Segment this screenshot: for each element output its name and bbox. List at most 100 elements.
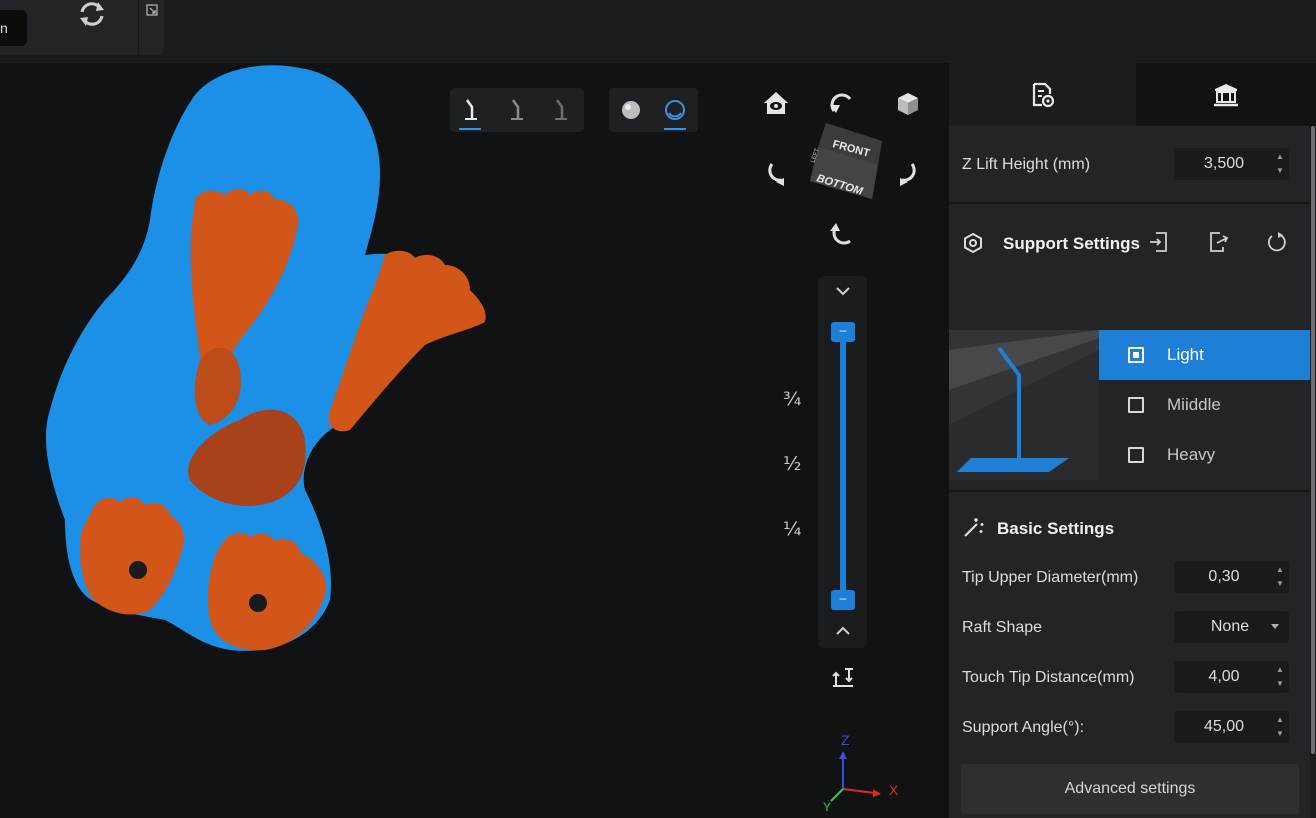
z-lift-input[interactable]: 3,500 ▲ ▼ [1174,148,1289,180]
support-tool-1-button[interactable] [450,88,490,132]
z-axis-arrow [839,751,847,759]
support-angle-value[interactable]: 45,00 [1174,711,1274,743]
model-render[interactable] [0,63,520,683]
rotate-left-icon[interactable] [760,156,792,188]
support-preset-light[interactable]: Light [1099,330,1310,380]
preset-label: Heavy [1167,445,1216,464]
x-axis-line [842,788,876,794]
top-text-field[interactable]: n [0,10,27,46]
render-mode-toolbar [609,88,698,132]
tip-upper-label: Tip Upper Diameter(mm) [962,569,1139,586]
xray-sphere-icon [665,100,685,120]
support-angle-input[interactable]: 45,00 ▲ ▼ [1174,711,1289,743]
support-preset-preview [949,330,1099,480]
support-tip-icon [511,99,523,120]
tip-upper-value[interactable]: 0,30 [1174,561,1274,593]
chevron-down-icon[interactable] [835,286,851,296]
chevron-down-icon[interactable] [1271,624,1279,629]
file-settings-icon [1032,82,1054,107]
touch-tip-label: Touch Tip Distance(mm) [962,669,1135,686]
basic-settings-title: Basic Settings [997,519,1115,538]
support-settings-title: Support Settings [1003,234,1140,253]
support-preset-miiddle[interactable]: Miiddle [1099,380,1310,430]
decrement-icon[interactable]: ▼ [1275,166,1285,176]
increment-icon[interactable]: ▲ [1275,665,1285,675]
layer-height-icon[interactable] [831,665,855,689]
expand-icon[interactable] [146,4,158,16]
rotate-down-icon[interactable] [826,221,858,253]
slider-bottom-handle[interactable]: – [831,590,855,610]
support-tool-2-button[interactable] [496,88,536,132]
3d-viewport[interactable]: FRONT BOTTOM LEFT – – ¾ ½ ¼ Z X Y [0,63,949,818]
slider-mark-half: ½ [783,453,802,475]
increment-icon[interactable]: ▲ [1275,565,1285,575]
sphere-icon [622,101,640,119]
decrement-icon[interactable]: ▼ [1275,729,1285,739]
perspective-cube-icon[interactable] [892,87,924,119]
preset-checkbox[interactable] [1128,447,1144,463]
slider-track[interactable] [840,332,846,594]
axis-gizmo: Z X Y [823,732,899,814]
preset-checkbox[interactable] [1128,347,1144,363]
active-underline [459,128,481,130]
support-tip-icon [465,99,477,120]
support-preset-heavy[interactable]: Heavy [1099,430,1310,480]
tab-print-settings[interactable] [949,63,1136,126]
export-icon[interactable] [1206,230,1230,254]
shaded-mode-button[interactable] [611,88,651,132]
xray-mode-button[interactable] [655,88,695,132]
touch-tip-value[interactable]: 4,00 [1174,661,1274,693]
support-type-toolbar [450,88,584,132]
preset-label: Miiddle [1167,395,1221,414]
preset-label: Light [1167,345,1204,364]
touch-tip-input[interactable]: 4,00 ▲ ▼ [1174,661,1289,693]
slider-top-handle[interactable]: – [831,322,855,342]
z-lift-label: Z Lift Height (mm) [962,156,1091,173]
toolbar-divider [138,0,139,55]
view-cube[interactable]: FRONT BOTTOM LEFT [798,119,888,209]
import-icon[interactable] [1147,230,1171,254]
z-lift-value[interactable]: 3,500 [1174,148,1274,180]
top-toolbar-group: n [0,0,164,55]
foot-hole-right [249,594,267,612]
top-toolbar: n [0,0,1316,63]
support-angle-label: Support Angle(°): [962,719,1085,736]
support-tip-icon [555,99,567,120]
section-divider [949,490,1310,492]
foot-hole-left [129,561,147,579]
layer-slider[interactable]: – – [818,276,867,648]
increment-icon[interactable]: ▲ [1275,152,1285,162]
support-structure-icon [1214,83,1238,106]
raft-shape-value[interactable]: None [1174,611,1286,643]
panel-scrollbar[interactable] [1310,126,1316,818]
refresh-icon[interactable] [76,0,108,28]
panel-tabs [949,63,1316,126]
slider-mark-three-quarter: ¾ [783,388,802,410]
support-settings-icon [964,232,982,254]
tab-supports[interactable] [1136,63,1316,126]
chevron-up-icon[interactable] [835,626,851,636]
active-underline [664,128,686,130]
advanced-settings-button[interactable]: Advanced settings [961,764,1299,814]
section-divider [949,202,1310,204]
x-axis-arrow [873,789,881,797]
home-view-icon[interactable] [760,87,792,119]
support-settings-body: Z Lift Height (mm) 3,500 ▲ ▼ Support Set… [949,126,1310,818]
increment-icon[interactable]: ▲ [1275,715,1285,725]
right-panel: Z Lift Height (mm) 3,500 ▲ ▼ Support Set… [949,63,1316,818]
raft-shape-label: Raft Shape [962,619,1043,636]
support-preview-image [949,330,1099,472]
y-axis-label: Y [823,800,831,814]
rotate-right-icon[interactable] [892,156,924,188]
decrement-icon[interactable]: ▼ [1275,579,1285,589]
rotate-up-icon[interactable] [826,87,858,119]
tip-upper-input[interactable]: 0,30 ▲ ▼ [1174,561,1289,593]
preset-checkbox[interactable] [1128,397,1144,413]
raft-shape-select[interactable]: None [1174,611,1289,643]
scrollbar-thumb[interactable] [1311,126,1315,754]
y-axis-line [830,788,844,802]
decrement-icon[interactable]: ▼ [1275,679,1285,689]
support-tool-3-button[interactable] [540,88,580,132]
reset-icon[interactable] [1264,230,1288,254]
magic-wand-icon [964,518,984,537]
